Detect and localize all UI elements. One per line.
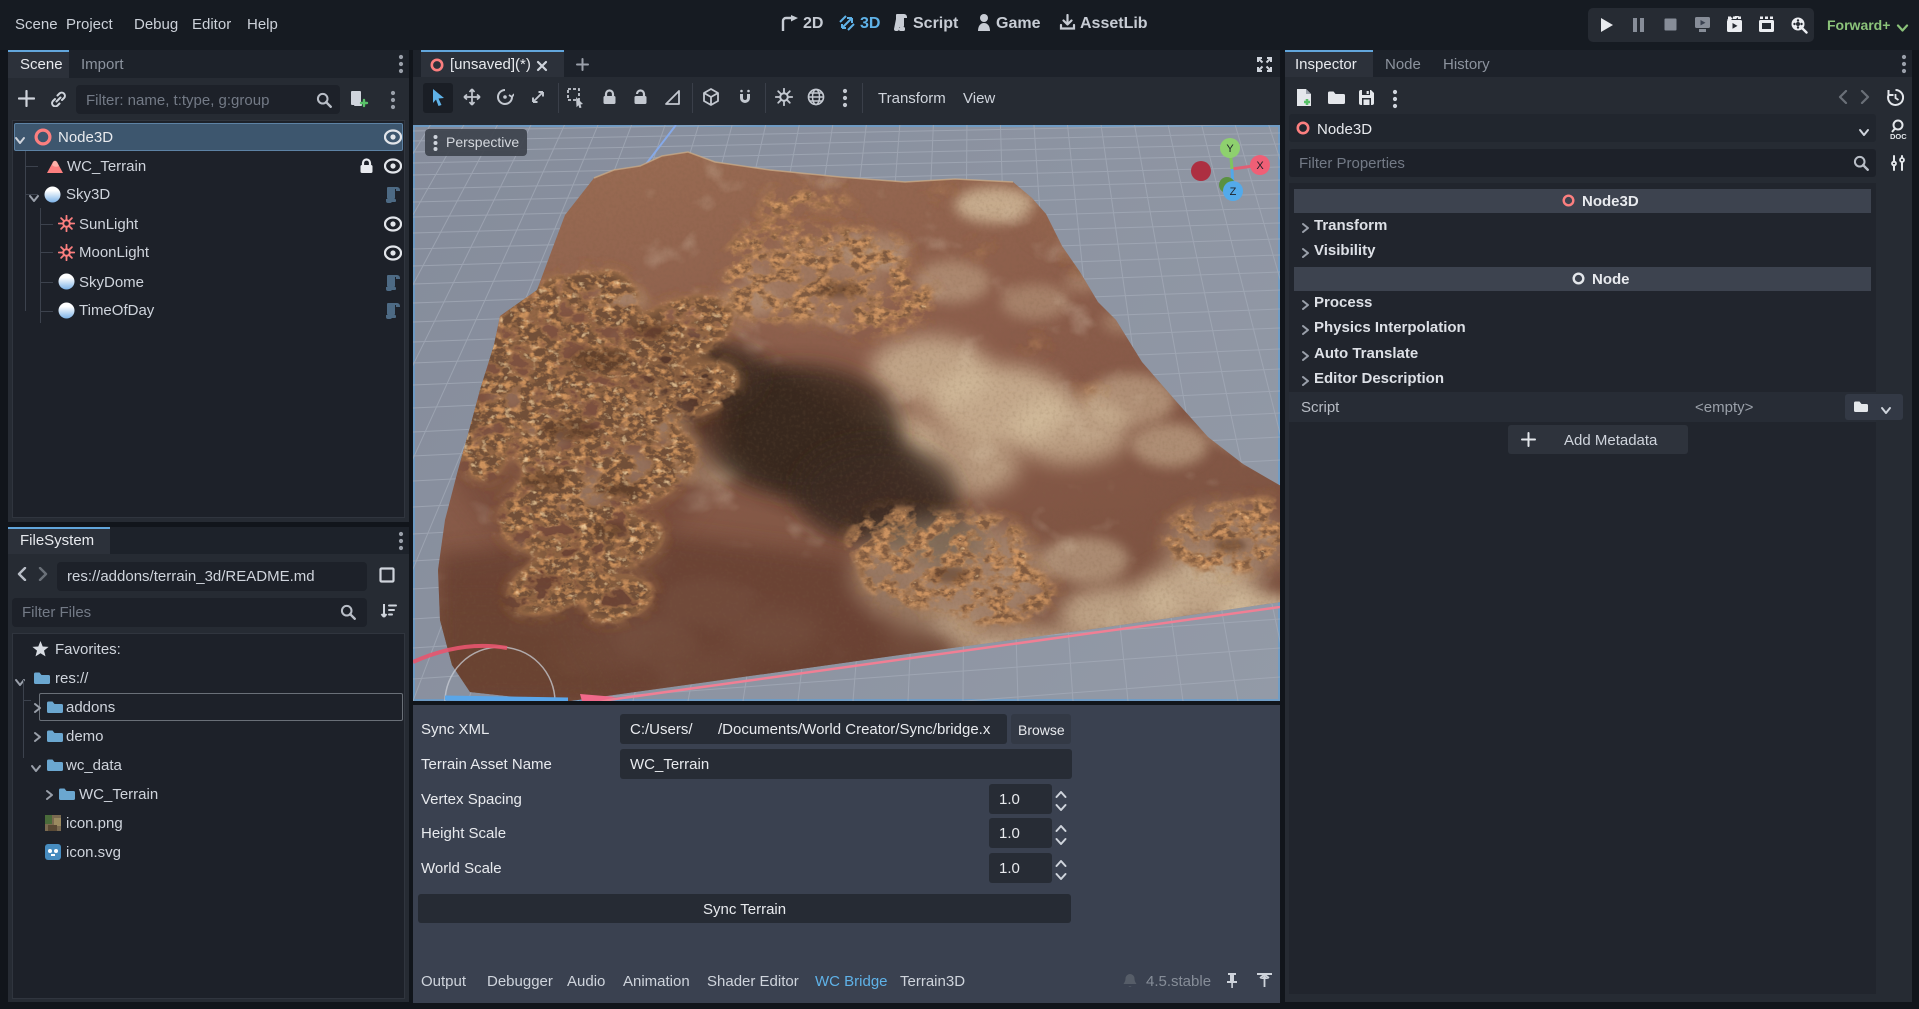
svg-text:Z: Z xyxy=(1230,186,1237,198)
svg-text:DOC: DOC xyxy=(1890,132,1907,140)
svg-text:X: X xyxy=(1256,160,1264,172)
svg-text:Y: Y xyxy=(1226,143,1234,155)
